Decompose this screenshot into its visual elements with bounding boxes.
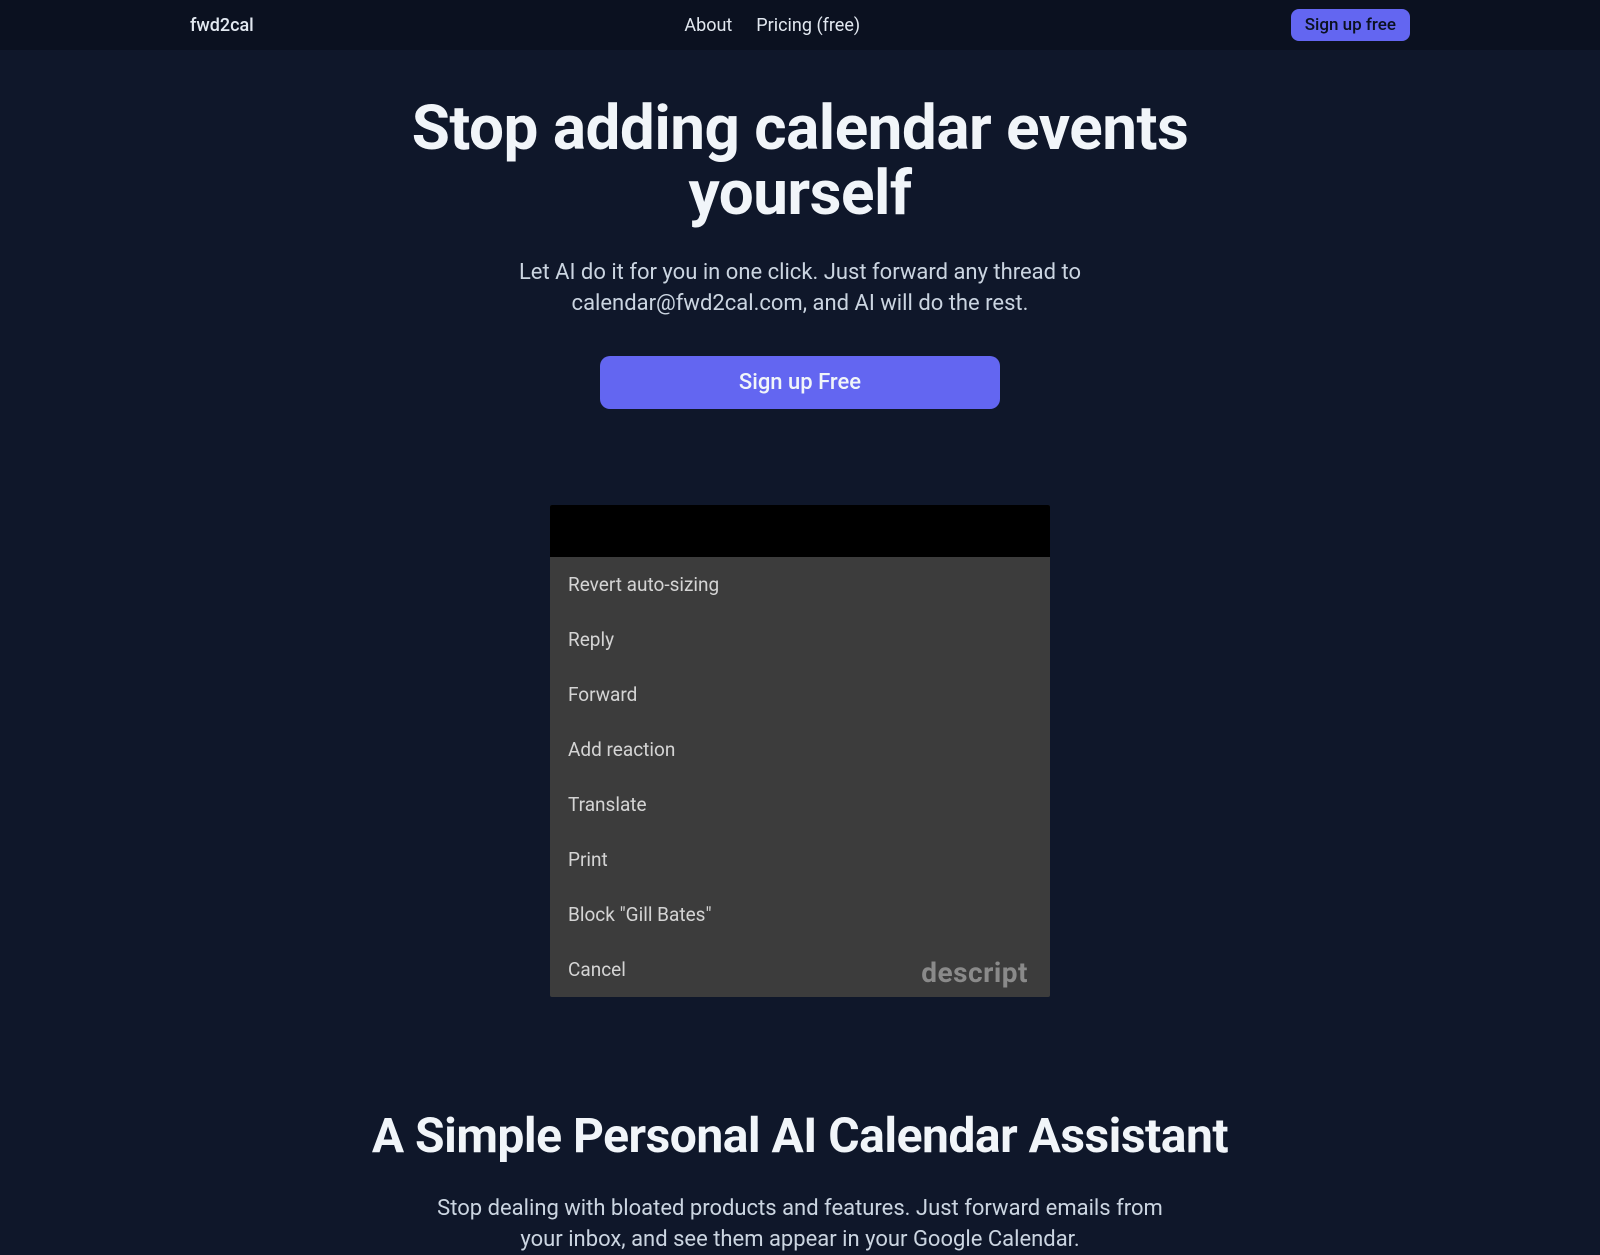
brand-logo[interactable]: fwd2cal [190, 15, 254, 36]
hero-sub-line1: Let AI do it for you in one click. Just … [519, 260, 1081, 285]
context-menu-item: Reply [550, 612, 1050, 667]
nav-signup-button[interactable]: Sign up free [1291, 9, 1410, 41]
demo-header-bar [550, 505, 1050, 557]
hero-subtitle: Let AI do it for you in one click. Just … [440, 258, 1160, 320]
hero-title: Stop adding calendar events yourself [0, 96, 1600, 226]
context-menu-item: Cancel descript [550, 942, 1050, 997]
navbar: fwd2cal About Pricing (free) Sign up fre… [0, 0, 1600, 50]
watermark-label: descript [921, 956, 1028, 989]
section2-subtitle: Stop dealing with bloated products and f… [420, 1194, 1180, 1255]
nav-pricing-link[interactable]: Pricing (free) [756, 15, 860, 36]
nav-center: About Pricing (free) [684, 15, 860, 36]
context-menu-item: Translate [550, 777, 1050, 832]
context-menu-item-label: Block "Gill Bates" [568, 903, 712, 926]
context-menu-item: Block "Gill Bates" [550, 887, 1050, 942]
demo-screenshot: Revert auto-sizing Reply Forward Add rea… [550, 505, 1050, 997]
section2-sub-line2: your inbox, and see them appear in your … [520, 1227, 1079, 1252]
hero-title-line2: yourself [688, 157, 911, 230]
features-section: A Simple Personal AI Calendar Assistant … [0, 1107, 1600, 1255]
section2-title: A Simple Personal AI Calendar Assistant [0, 1107, 1600, 1164]
context-menu-item: Revert auto-sizing [550, 557, 1050, 612]
hero-signup-button[interactable]: Sign up Free [600, 356, 1000, 409]
context-menu-item: Add reaction [550, 722, 1050, 777]
hero-title-line1: Stop adding calendar events [412, 92, 1189, 165]
hero-sub-line2: calendar@fwd2cal.com, and AI will do the… [572, 291, 1029, 316]
context-menu-item: Forward [550, 667, 1050, 722]
nav-about-link[interactable]: About [684, 15, 732, 36]
hero-section: Stop adding calendar events yourself Let… [0, 50, 1600, 409]
context-menu-item: Print [550, 832, 1050, 887]
context-menu-item-label: Cancel [568, 958, 626, 981]
